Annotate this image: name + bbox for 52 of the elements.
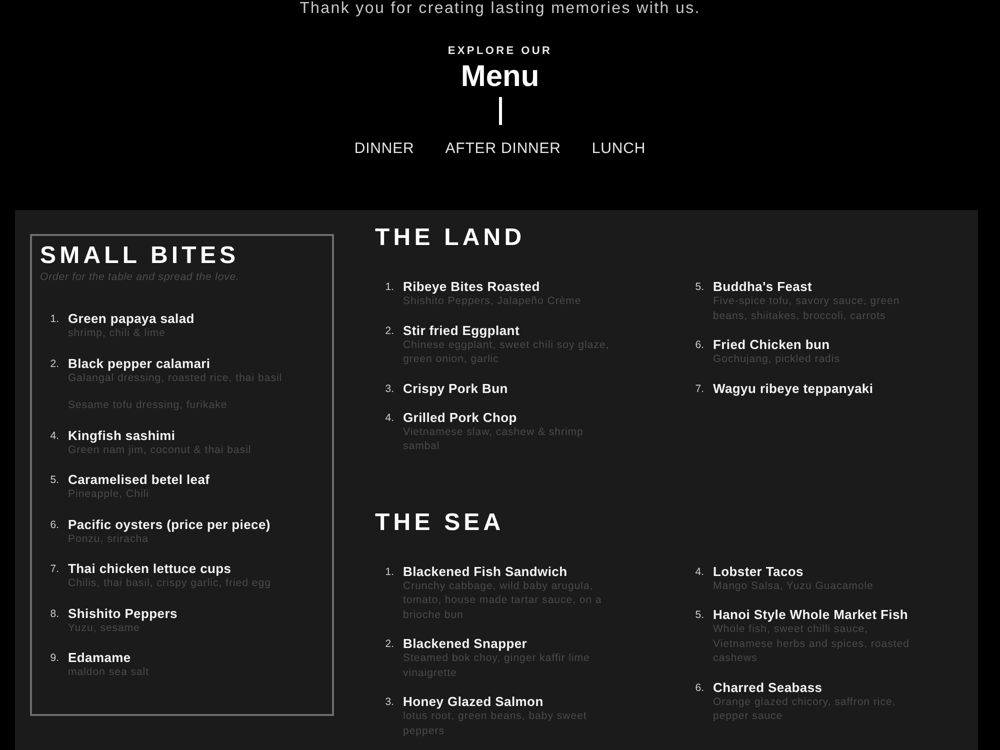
dish-name: Ribeye Bites Roasted xyxy=(403,280,540,294)
menu-tab[interactable]: AFTER DINNER xyxy=(445,139,561,161)
dish-name: Hanoi Style Whole Market Fish xyxy=(713,608,908,622)
dish-name: Fried Chicken bun xyxy=(713,338,830,352)
title-rule xyxy=(498,97,502,125)
dish-name: Edamame xyxy=(68,651,131,665)
item-number: 7. xyxy=(695,382,705,396)
dish-name: Thai chicken lettuce cups xyxy=(68,562,232,576)
dish-name: Pacific oysters (price per piece) xyxy=(68,518,270,532)
dish-name: Crispy Pork Bun xyxy=(403,382,508,396)
item-number: 6. xyxy=(695,680,705,694)
item-number: 7. xyxy=(50,562,60,576)
item-number: 4. xyxy=(695,564,705,578)
item-number: 5. xyxy=(695,280,705,294)
item-number: 2. xyxy=(50,356,60,370)
dish-name: Lobster Tacos xyxy=(713,564,804,578)
menu-tab[interactable]: DINNER xyxy=(354,139,414,161)
item-number: 6. xyxy=(695,338,705,352)
dish-name: Buddha's Feast xyxy=(713,280,812,294)
dish-name: Wagyu ribeye teppanyaki xyxy=(713,382,874,396)
item-number: 1. xyxy=(385,564,395,578)
item-number: 3. xyxy=(385,695,395,709)
item-number: 2. xyxy=(385,324,395,338)
section-title: THE LAND xyxy=(375,224,526,252)
menu-tab[interactable]: LUNCH xyxy=(592,139,646,161)
dish-name: Kingfish sashimi xyxy=(68,428,176,442)
item-number: 1. xyxy=(50,312,60,326)
item-number: 4. xyxy=(385,410,395,424)
item-number: 3. xyxy=(385,382,395,396)
menu-title: Menu xyxy=(460,59,540,95)
item-number: 1. xyxy=(385,280,395,294)
item-number: 4. xyxy=(50,428,60,442)
item-number: 2. xyxy=(385,637,395,651)
item-number: 6. xyxy=(50,518,60,532)
tagline-text: Thank you for creating lasting memories with us. xyxy=(300,0,700,18)
dish-name: Charred Seabass xyxy=(713,680,822,694)
dish-name: Grilled Pork Chop xyxy=(403,410,517,424)
section-title: THE SEA xyxy=(375,508,504,536)
dish-name: Stir fried Eggplant xyxy=(403,324,520,338)
item-number: 5. xyxy=(50,473,60,487)
dish-name: Blackened Snapper xyxy=(403,637,528,651)
dish-name: Green papaya salad xyxy=(68,312,194,326)
item-number: 9. xyxy=(50,651,60,665)
item-number: 8. xyxy=(50,606,60,620)
dish-name: Caramelised betel leaf xyxy=(68,473,210,487)
dish-name: Shishito Peppers xyxy=(68,606,178,620)
eyebrow-label: EXPLORE OUR xyxy=(448,44,552,59)
dish-name: Blackened Fish Sandwich xyxy=(403,564,568,578)
section-title: SMALL BITES xyxy=(40,242,240,270)
dish-name: Honey Glazed Salmon xyxy=(403,695,544,709)
item-number: 5. xyxy=(695,608,705,622)
dish-name: Black pepper calamari xyxy=(68,356,210,370)
